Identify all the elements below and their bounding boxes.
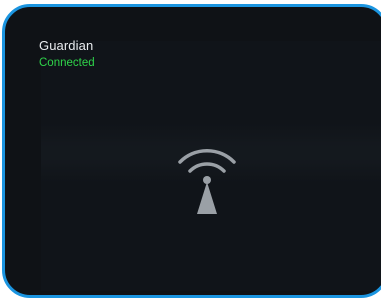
connection-status: Connected [39, 57, 95, 69]
app-frame: Guardian Connected [0, 0, 381, 305]
device-name: Guardian [39, 38, 94, 53]
broadcast-signal-icon [178, 148, 236, 214]
